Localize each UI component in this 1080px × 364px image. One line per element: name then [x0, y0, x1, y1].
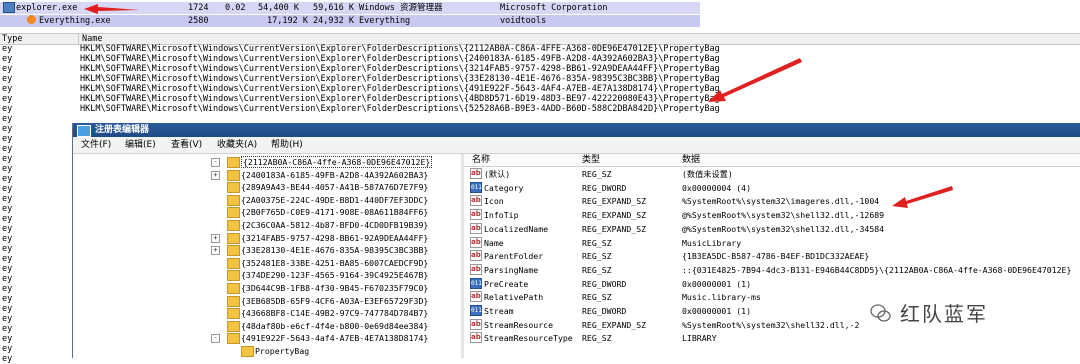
arrow-results [708, 58, 802, 102]
wechat-icon [870, 304, 891, 322]
watermark-text: 红队蓝军 [900, 302, 988, 326]
arrow-explorer [84, 4, 140, 14]
arrow-icon-value [892, 186, 953, 208]
